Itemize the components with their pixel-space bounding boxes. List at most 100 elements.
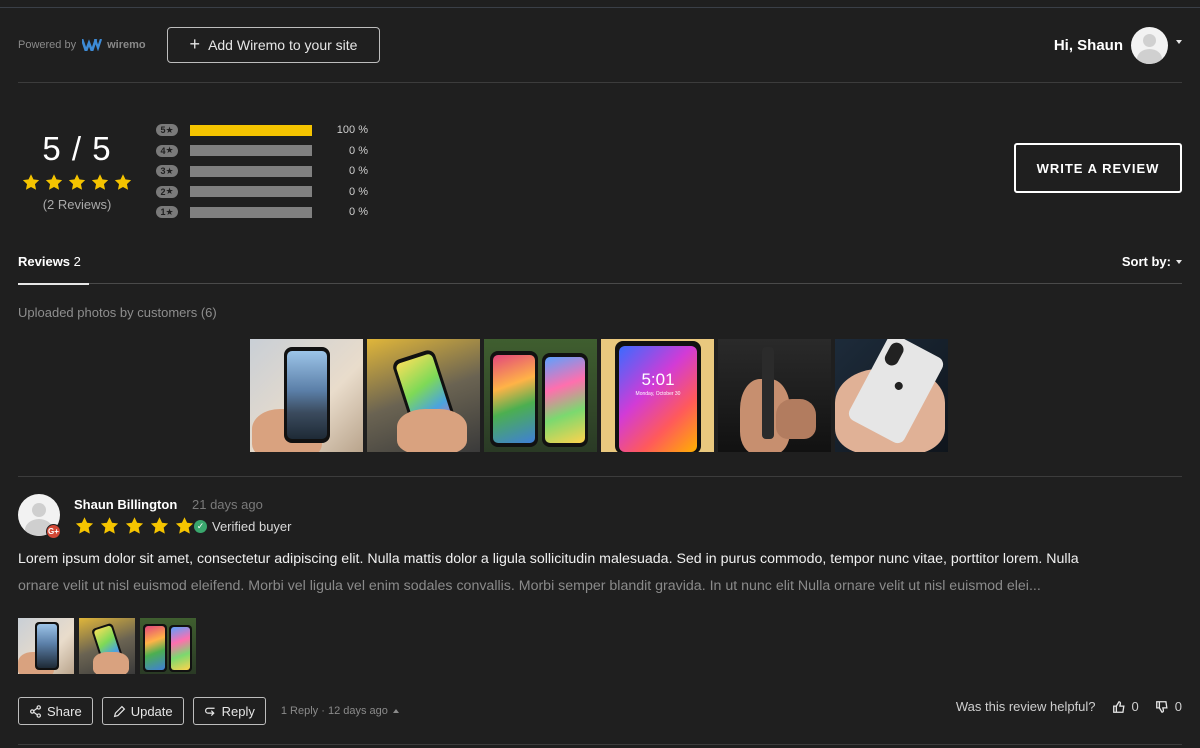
customer-photo[interactable] (835, 339, 948, 452)
thumbs-up-icon (1112, 700, 1125, 713)
star-icon (91, 174, 109, 190)
chevron-down-icon (1176, 259, 1182, 264)
review-text-faded[interactable]: ornare velit ut nisl euismod eleifend. M… (18, 578, 1041, 594)
chevron-up-icon (392, 709, 399, 713)
tab-reviews-count: 2 (73, 254, 81, 269)
rating-percent: 0 % (349, 206, 368, 219)
thumbs-up-count: 0 (1131, 699, 1139, 714)
user-menu[interactable]: Hi, Shaun (1054, 27, 1182, 64)
rating-badge: 4 ★ (156, 144, 178, 157)
sort-dropdown[interactable]: Sort by: (1122, 254, 1182, 269)
uploaded-photos-title: Uploaded photos by customers (6) (18, 305, 217, 320)
star-icon (75, 517, 94, 534)
user-avatar (1131, 27, 1168, 64)
powered-by[interactable]: Powered by wiremo (18, 39, 146, 51)
wiremo-logo-icon (82, 39, 103, 51)
review-photo[interactable] (18, 618, 74, 674)
replies-toggle[interactable]: 1 Reply · 12 days ago (281, 705, 399, 717)
helpful-question: Was this review helpful? (955, 699, 1096, 714)
verified-label: Verified buyer (212, 519, 292, 534)
wiremo-brand-name: wiremo (107, 39, 146, 51)
star-icon (150, 517, 169, 534)
customer-photo[interactable] (367, 339, 480, 452)
reply-label: Reply (221, 703, 255, 719)
reply-icon (204, 707, 215, 716)
add-wiremo-label: Add Wiremo to your site (208, 37, 358, 53)
customer-photo[interactable] (718, 339, 831, 452)
verified-buyer-badge: ✓ Verified buyer (194, 519, 292, 534)
share-button[interactable]: Share (18, 697, 93, 725)
star-icon (175, 517, 194, 534)
reply-meta-text: 1 Reply · 12 days ago (280, 705, 388, 717)
rating-distribution: 5 ★ 100 % 4 ★ 0 % 3 ★ 0 % 2 ★ 0 % 1 ★ 0 % (156, 120, 376, 223)
rating-bar-track (190, 206, 312, 218)
rating-bar-5[interactable]: 5 ★ 100 % (156, 120, 376, 141)
rating-bar-track (190, 124, 312, 136)
rating-badge: 1 ★ (156, 206, 178, 219)
widget-header: Powered by wiremo + Add Wiremo to your s… (18, 27, 1182, 64)
reviewer-name[interactable]: Shaun Billington (74, 497, 177, 512)
customer-photo[interactable]: 5:01 Monday, October 30 (601, 339, 714, 452)
rating-badge: 2 ★ (156, 185, 178, 198)
plus-icon: + (189, 34, 201, 54)
star-icon (22, 174, 40, 190)
lockscreen-date: Monday, October 30 (635, 391, 681, 397)
tab-reviews[interactable]: Reviews 2 (18, 254, 81, 269)
review-actions: Share Update Reply 1 Reply · 12 days ago (18, 697, 399, 725)
star-icon (45, 174, 63, 190)
thumbs-up-button[interactable]: 0 (1112, 699, 1139, 714)
customer-photo[interactable] (250, 339, 363, 452)
share-label: Share (47, 703, 82, 719)
write-review-button[interactable]: WRITE A REVIEW (1014, 143, 1182, 193)
divider (18, 744, 1182, 745)
average-stars (18, 173, 136, 192)
powered-by-label: Powered by (18, 39, 77, 51)
wiremo-brand: wiremo (82, 39, 146, 51)
rating-bar-track (190, 186, 312, 198)
star-icon (100, 517, 119, 534)
pencil-icon (113, 705, 125, 717)
rating-bar-1[interactable]: 1 ★ 0 % (156, 202, 376, 223)
review-photo[interactable] (79, 618, 135, 674)
rating-bar-track (190, 165, 312, 177)
review-date: 21 days ago (192, 497, 263, 512)
rating-percent: 100 % (336, 124, 368, 137)
rating-bar-track (190, 145, 312, 157)
update-button[interactable]: Update (101, 697, 184, 725)
rating-bar-4[interactable]: 4 ★ 0 % (156, 141, 376, 162)
review-photo[interactable] (140, 618, 196, 674)
review-count: (2 Reviews) (42, 197, 112, 212)
google-icon: G+ (46, 524, 61, 539)
rating-bar-3[interactable]: 3 ★ 0 % (156, 161, 376, 182)
customer-photo[interactable] (484, 339, 597, 452)
average-score: 5 / 5 (42, 130, 112, 167)
review-photos (18, 618, 196, 674)
reviews-tabbar: Reviews 2 Sort by: (18, 250, 1182, 285)
star-icon (114, 174, 132, 190)
rating-bar-2[interactable]: 2 ★ 0 % (156, 182, 376, 203)
thumbs-down-button[interactable]: 0 (1155, 699, 1182, 714)
sort-label: Sort by: (1121, 254, 1171, 269)
customer-photo-gallery: 5:01 Monday, October 30 (250, 339, 948, 452)
thumbs-down-count: 0 (1174, 699, 1182, 714)
chevron-down-icon (1176, 39, 1182, 44)
reply-button[interactable]: Reply (192, 697, 266, 725)
divider (18, 82, 1182, 83)
rating-summary: 5 / 5 (2 Reviews) (18, 130, 136, 212)
rating-percent: 0 % (349, 185, 368, 198)
check-circle-icon: ✓ (194, 520, 207, 533)
rating-percent: 0 % (349, 144, 368, 157)
user-greeting: Hi, Shaun (1053, 37, 1123, 54)
tab-reviews-label: Reviews (18, 254, 71, 269)
review-text: Lorem ipsum dolor sit amet, consectetur … (18, 551, 1079, 567)
tabs-divider (18, 283, 1182, 284)
review-stars (74, 516, 195, 536)
star-icon (68, 174, 86, 190)
share-icon (30, 704, 41, 718)
add-wiremo-button[interactable]: + Add Wiremo to your site (167, 27, 380, 63)
rating-badge: 3 ★ (156, 165, 178, 178)
lockscreen-time: 5:01 (641, 370, 675, 389)
star-icon (125, 517, 144, 534)
rating-percent: 0 % (349, 165, 368, 178)
divider (18, 476, 1182, 477)
